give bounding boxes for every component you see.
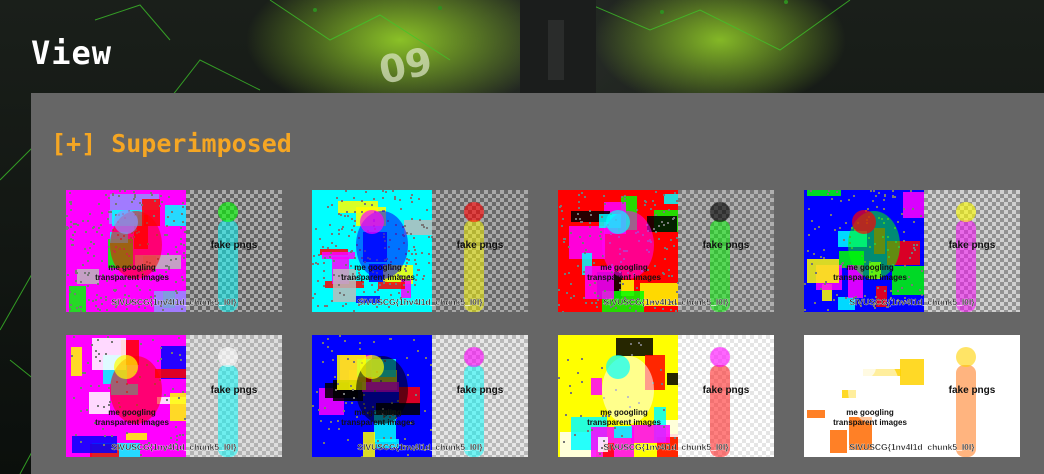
gallery-image-4[interactable]: fake pngs me googling transparent images SI… bbox=[804, 190, 1020, 312]
meme-image: fake pngs me googlingtransparent images SI… bbox=[66, 190, 282, 312]
caption-me-googling: me googling bbox=[846, 408, 894, 417]
gallery-image-7[interactable]: fake pngs me googling transparent images SI… bbox=[558, 335, 774, 457]
caption-me-googling: me googling bbox=[846, 263, 894, 272]
flag-footer: SIVUSCG{1nv4l1d_chunk5_l0l} bbox=[849, 297, 975, 307]
flag-footer: SIVUSCG{1nv4l1d_chunk5_l0l} bbox=[111, 297, 237, 307]
section-title: [+] Superimposed bbox=[51, 129, 292, 158]
caption-fake-pngs: fake pngs bbox=[703, 240, 750, 251]
meme-image: fake pngs me googlingtransparent images SI… bbox=[558, 335, 774, 457]
flag-footer: SIVUSCG{1nv4l1d_chunk5_l0l} bbox=[603, 297, 729, 307]
caption-transparent-images: transparent images bbox=[587, 418, 661, 427]
caption-me-googling: me googling bbox=[108, 263, 156, 272]
gallery-image-6[interactable]: fake pngs me googling transparent images SI… bbox=[312, 335, 528, 457]
caption-fake-pngs: fake pngs bbox=[457, 385, 504, 396]
meme-image: fake pngs me googlingtransparent images SI… bbox=[804, 335, 1020, 457]
flag-footer: SIVUSCG{1nv4l1d_chunk5_l0l} bbox=[603, 442, 729, 452]
flag-footer: SIVUSCG{1nv4l1d_chunk5_l0l} bbox=[849, 442, 975, 452]
meme-image: fake pngs me googlingtransparent images SI… bbox=[312, 335, 528, 457]
caption-fake-pngs: fake pngs bbox=[949, 240, 996, 251]
caption-transparent-images: transparent images bbox=[95, 273, 169, 282]
caption-fake-pngs: fake pngs bbox=[211, 385, 258, 396]
caption-fake-pngs: fake pngs bbox=[949, 385, 996, 396]
flag-footer: SIVUSCG{1nv4l1d_chunk5_l0l} bbox=[357, 442, 483, 452]
caption-me-googling: me googling bbox=[354, 263, 402, 272]
caption-me-googling: me googling bbox=[354, 408, 402, 417]
caption-transparent-images: transparent images bbox=[587, 273, 661, 282]
gallery-image-3[interactable]: fake pngs me googling transparent images SI… bbox=[558, 190, 774, 312]
gallery-image-2[interactable]: fake pngs me googling transparent images SI… bbox=[312, 190, 528, 312]
gallery-image-1[interactable]: fake pngs me googling transparent images SI… bbox=[66, 190, 282, 312]
gallery-image-8[interactable]: fake pngs me googling transparent images SI… bbox=[804, 335, 1020, 457]
meme-image: fake pngs me googlingtransparent images SI… bbox=[558, 190, 774, 312]
caption-fake-pngs: fake pngs bbox=[211, 240, 258, 251]
caption-me-googling: me googling bbox=[600, 408, 648, 417]
meme-image: fake pngs me googlingtransparent images SI… bbox=[804, 190, 1020, 312]
caption-transparent-images: transparent images bbox=[341, 273, 415, 282]
caption-transparent-images: transparent images bbox=[95, 418, 169, 427]
caption-fake-pngs: fake pngs bbox=[703, 385, 750, 396]
gallery-panel: [+] Superimposed fake pngs me googling tra… bbox=[31, 93, 1044, 474]
gallery-image-5[interactable]: fake pngs me googling transparent images SI… bbox=[66, 335, 282, 457]
flag-footer: SIVUSCG{1nv4l1d_chunk5_l0l} bbox=[111, 442, 237, 452]
caption-transparent-images: transparent images bbox=[833, 418, 907, 427]
caption-fake-pngs: fake pngs bbox=[457, 240, 504, 251]
flag-footer: SIVUSCG{1nv4l1d_chunk5_l0l} bbox=[357, 297, 483, 307]
caption-transparent-images: transparent images bbox=[341, 418, 415, 427]
caption-me-googling: me googling bbox=[600, 263, 648, 272]
caption-transparent-images: transparent images bbox=[833, 273, 907, 282]
meme-image: fake pngs me googlingtransparent images SI… bbox=[312, 190, 528, 312]
meme-image: fake pngs me googlingtransparent images SI… bbox=[66, 335, 282, 457]
page-title: View bbox=[31, 34, 113, 72]
caption-me-googling: me googling bbox=[108, 408, 156, 417]
